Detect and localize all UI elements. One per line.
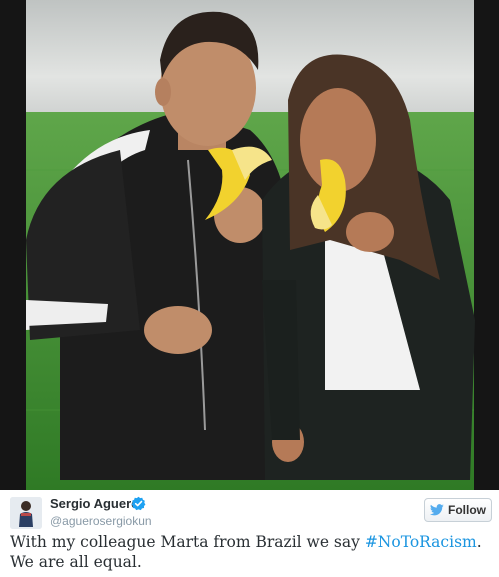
- author-handle[interactable]: @aguerosergiokun: [50, 514, 152, 528]
- twitter-bird-icon: [430, 504, 444, 516]
- avatar[interactable]: [10, 497, 42, 529]
- person-avatar-icon: [10, 497, 42, 529]
- follow-button[interactable]: Follow: [424, 498, 492, 522]
- follow-button-label: Follow: [448, 503, 486, 517]
- tweet-photo[interactable]: [0, 0, 499, 490]
- photo-illustration: [0, 0, 499, 490]
- tweet-text: With my colleague Marta from Brazil we s…: [10, 532, 492, 572]
- verified-badge-icon: [131, 496, 146, 511]
- author-name[interactable]: Sergio Aguero: [50, 496, 139, 511]
- embedded-tweet-card: Sergio Aguero @aguerosergiokun Follow Wi…: [0, 0, 499, 577]
- tweet-text-before: With my colleague Marta from Brazil we s…: [10, 533, 365, 551]
- hashtag-link[interactable]: #NoToRacism: [365, 533, 477, 551]
